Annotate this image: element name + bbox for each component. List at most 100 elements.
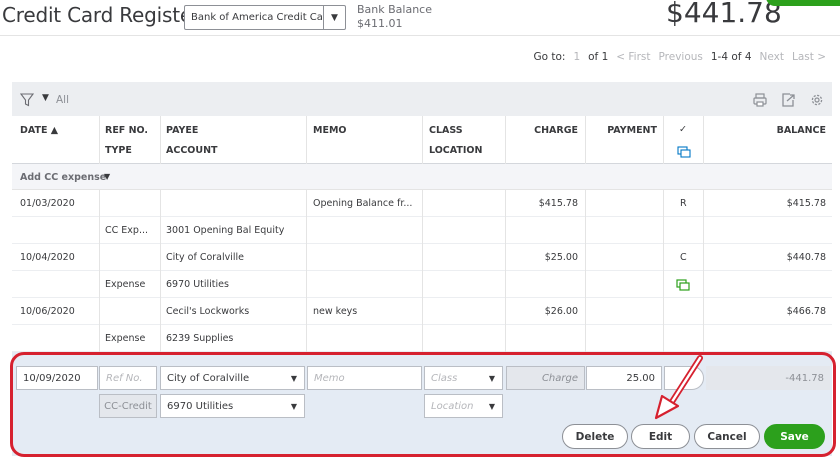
edit-location-placeholder: Location xyxy=(431,400,474,412)
cell-payee: Cecil's Lockworks xyxy=(166,306,250,317)
delete-button[interactable]: Delete xyxy=(562,424,628,449)
goto-label: Go to: xyxy=(533,51,566,63)
cell-charge: $26.00 xyxy=(544,306,578,317)
column-divider xyxy=(585,116,586,164)
cell-account: 3001 Opening Bal Equity xyxy=(166,225,285,236)
bank-balance-value: $411.01 xyxy=(357,17,403,30)
edit-payment-field[interactable]: 25.00 xyxy=(586,366,662,390)
account-select[interactable]: Bank of America Credit Car ▼ xyxy=(184,5,346,30)
column-divider xyxy=(160,190,161,352)
col-refno-header: REF NO. xyxy=(105,125,149,136)
pagination: Go to: 1 of 1 < First Previous 1-4 of 4 … xyxy=(533,50,826,64)
export-icon[interactable] xyxy=(780,92,796,108)
cell-account: 6970 Utilities xyxy=(166,279,229,290)
edit-account-value: 6970 Utilities xyxy=(167,400,234,412)
cell-date: 10/04/2020 xyxy=(20,252,75,263)
col-account-header: ACCOUNT xyxy=(166,145,218,156)
cell-type: Expense xyxy=(105,279,146,290)
cell-status[interactable]: C xyxy=(680,252,687,263)
chevron-down-icon[interactable]: ▼ xyxy=(284,367,304,389)
page-range: 1-4 of 4 xyxy=(710,51,752,63)
next-page-link[interactable]: Next xyxy=(760,51,784,63)
col-date-header[interactable]: DATE ▲ xyxy=(20,125,58,136)
edit-date-value: 10/09/2020 xyxy=(23,372,81,384)
column-divider xyxy=(99,190,100,352)
filter-value[interactable]: All xyxy=(56,94,69,106)
col-status-header: ✓ xyxy=(679,124,687,135)
column-divider xyxy=(422,190,423,352)
previous-page-link[interactable]: Previous xyxy=(659,51,703,63)
cell-charge: $415.78 xyxy=(538,198,578,209)
edit-type-value: CC-Credit xyxy=(104,400,152,412)
column-divider xyxy=(703,190,704,352)
edit-location-field[interactable]: Location ▼ xyxy=(424,394,503,418)
column-divider xyxy=(306,116,307,164)
gear-icon[interactable] xyxy=(809,92,825,108)
account-select-value: Bank of America Credit Car xyxy=(191,12,323,23)
new-button[interactable] xyxy=(766,0,840,6)
edit-account-field[interactable]: 6970 Utilities ▼ xyxy=(160,394,305,418)
cell-charge: $25.00 xyxy=(544,252,578,263)
col-memo-header: MEMO xyxy=(313,125,347,136)
chevron-down-icon[interactable]: ▼ xyxy=(284,395,304,417)
edit-payee-field[interactable]: City of Coralville ▼ xyxy=(160,366,305,390)
column-divider xyxy=(422,116,423,164)
cell-type: Expense xyxy=(105,333,146,344)
edit-balance-value: -441.78 xyxy=(785,372,824,384)
print-icon[interactable] xyxy=(752,92,768,108)
cell-payee: City of Coralville xyxy=(166,252,245,263)
edit-memo-field[interactable]: Memo xyxy=(307,366,422,390)
edit-date-field[interactable]: 10/09/2020 xyxy=(16,366,98,390)
cell-memo: Opening Balance fr... xyxy=(313,198,413,209)
ending-balance: $441.78 xyxy=(666,0,782,29)
column-divider xyxy=(585,190,586,352)
col-payment-header: PAYMENT xyxy=(607,125,657,136)
edit-button[interactable]: Edit xyxy=(631,424,690,449)
cell-status[interactable]: R xyxy=(680,198,687,209)
page-number-input[interactable]: 1 xyxy=(573,51,580,63)
edit-ref-field[interactable]: Ref No. xyxy=(99,366,157,390)
cell-type: CC Exp... xyxy=(105,225,149,236)
save-button[interactable]: Save xyxy=(764,424,825,449)
add-cc-expense-label[interactable]: Add CC expense xyxy=(20,172,106,183)
cell-balance: $415.78 xyxy=(786,198,826,209)
edit-payee-value: City of Coralville xyxy=(167,372,250,384)
col-location-header: LOCATION xyxy=(429,145,483,156)
first-page-link[interactable]: < First xyxy=(616,51,650,63)
attachment-icon xyxy=(677,146,691,158)
edit-type-field: CC-Credit xyxy=(99,394,157,418)
cell-balance: $440.78 xyxy=(786,252,826,263)
edit-class-field[interactable]: Class ▼ xyxy=(424,366,503,390)
cell-date: 01/03/2020 xyxy=(20,198,75,209)
col-type-header: TYPE xyxy=(105,145,132,156)
chevron-down-icon[interactable]: ▼ xyxy=(482,367,502,389)
col-class-header: CLASS xyxy=(429,125,463,136)
edit-payment-value: 25.00 xyxy=(626,372,655,384)
edit-ref-placeholder: Ref No. xyxy=(106,372,143,384)
filter-caret-icon[interactable]: ▼ xyxy=(42,93,49,103)
page-header: Credit Card Register Bank of America Cre… xyxy=(0,0,840,36)
filter-icon[interactable] xyxy=(20,93,34,107)
column-divider xyxy=(663,190,664,352)
attachment-icon[interactable] xyxy=(676,279,691,291)
edit-charge-field[interactable]: Charge xyxy=(506,366,585,390)
edit-balance-field: -441.78 xyxy=(706,366,830,390)
page-title: Credit Card Register xyxy=(2,3,200,27)
chevron-down-icon[interactable]: ▼ xyxy=(323,6,345,29)
edit-charge-placeholder: Charge xyxy=(541,372,578,384)
chevron-down-icon[interactable]: ▼ xyxy=(482,395,502,417)
page-count: of 1 xyxy=(588,51,609,63)
column-divider xyxy=(160,116,161,164)
column-divider xyxy=(505,116,506,164)
add-cc-expense-row[interactable]: Add CC expense ▼ xyxy=(12,164,832,190)
col-payee-header: PAYEE xyxy=(166,125,199,136)
edit-status-field[interactable] xyxy=(664,366,704,390)
edit-memo-placeholder: Memo xyxy=(314,372,345,384)
cell-account: 6239 Supplies xyxy=(166,333,234,344)
col-charge-header: CHARGE xyxy=(534,125,578,136)
cell-memo: new keys xyxy=(313,306,358,317)
last-page-link[interactable]: Last > xyxy=(792,51,826,63)
chevron-down-icon[interactable]: ▼ xyxy=(104,172,110,181)
cancel-button[interactable]: Cancel xyxy=(694,424,760,449)
column-divider xyxy=(306,190,307,352)
